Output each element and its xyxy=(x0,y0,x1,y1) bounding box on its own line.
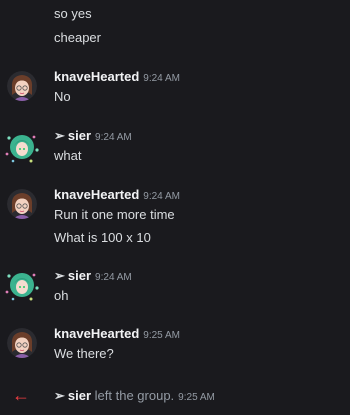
timestamp[interactable]: 9:25 AM xyxy=(143,330,180,341)
author-name[interactable]: knaveHearted xyxy=(54,187,139,202)
timestamp[interactable]: 9:24 AM xyxy=(95,272,132,283)
chat-log: so yes cheaper knaveHearted 9:24 AM No ➢… xyxy=(0,0,350,415)
sier-avatar[interactable] xyxy=(3,266,41,304)
message-header: knaveHearted 9:24 AM xyxy=(54,187,180,205)
message-header: ➢ sier 9:24 AM xyxy=(54,268,132,286)
author-name[interactable]: sier xyxy=(68,128,91,143)
message-line: We there? xyxy=(54,346,114,361)
message-line: what xyxy=(54,148,82,163)
message-line: cheaper xyxy=(54,30,101,45)
message-line: so yes xyxy=(54,6,92,21)
author-name[interactable]: knaveHearted xyxy=(54,326,139,341)
message-header: knaveHearted 9:24 AM xyxy=(54,69,180,87)
author-name[interactable]: sier xyxy=(68,388,91,403)
leave-arrow-icon: ← xyxy=(12,385,30,405)
system-text: left the group. xyxy=(94,388,175,403)
timestamp[interactable]: 9:24 AM xyxy=(143,73,180,84)
message-header: ➢ sier 9:24 AM xyxy=(54,128,132,146)
knave-avatar[interactable] xyxy=(7,189,37,219)
message-header: knaveHearted 9:25 AM xyxy=(54,326,180,344)
arrow-prefix-icon: ➢ xyxy=(54,388,65,403)
message-line: oh xyxy=(54,288,69,303)
arrow-prefix-icon: ➢ xyxy=(54,128,65,143)
knave-avatar[interactable] xyxy=(7,328,37,358)
knave-avatar[interactable] xyxy=(7,71,37,101)
timestamp[interactable]: 9:25 AM xyxy=(178,392,215,403)
message-line: No xyxy=(54,89,71,104)
message-line: What is 100 x 10 xyxy=(54,230,151,245)
sier-avatar[interactable] xyxy=(3,128,41,166)
system-message: ➢ sier left the group. 9:25 AM xyxy=(54,388,215,406)
author-name[interactable]: sier xyxy=(68,268,91,283)
author-name[interactable]: knaveHearted xyxy=(54,69,139,84)
arrow-prefix-icon: ➢ xyxy=(54,268,65,283)
timestamp[interactable]: 9:24 AM xyxy=(143,191,180,202)
timestamp[interactable]: 9:24 AM xyxy=(95,132,132,143)
message-line: Run it one more time xyxy=(54,207,175,222)
